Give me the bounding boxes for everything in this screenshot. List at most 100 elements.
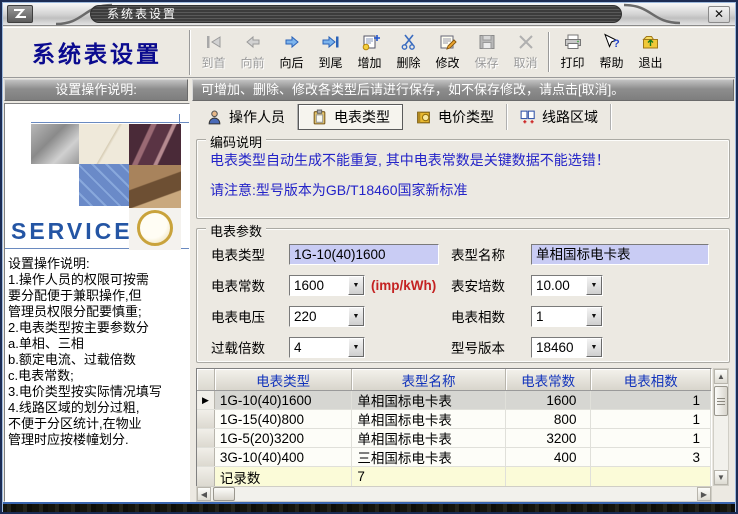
combo-arrow-icon[interactable]: ▼: [348, 338, 364, 357]
footer-empty-cell: [506, 467, 592, 486]
table-row[interactable]: 1G-5(20)3200 单相国标电卡表 3200 1: [197, 429, 711, 448]
instruction-line: 2.电表类型按主要参数分: [8, 320, 188, 336]
ampere-combobox[interactable]: 10.00 ▼: [531, 275, 603, 296]
combo-arrow-icon[interactable]: ▼: [586, 307, 602, 326]
photo-pens: [129, 124, 181, 165]
right-panel-header: 可增加、删除、修改各类型后请进行保存，如不保存修改，请点击[取消]。: [192, 79, 734, 101]
photo-pen: [79, 124, 129, 164]
toolbar-button-last[interactable]: 到尾: [311, 29, 350, 75]
version-value: 18460: [532, 338, 586, 357]
window-title: 系统表设置: [90, 5, 622, 23]
overload-combobox[interactable]: 4 ▼: [289, 337, 365, 358]
row-indicator: [197, 429, 215, 447]
toolbar-button-exit[interactable]: 退出: [631, 29, 670, 75]
photo-keyboard: [79, 164, 129, 206]
constant-combobox[interactable]: 1600 ▼: [289, 275, 365, 296]
tab-bar: 操作人员 电表类型 电价类型 线路区域: [194, 104, 734, 130]
title-bar: 系统表设置 ✕: [2, 2, 736, 26]
toolbar-button-next[interactable]: 向后: [272, 29, 311, 75]
constant-label: 电表常数: [211, 275, 289, 295]
toolbar-label: 到尾: [318, 54, 342, 71]
toolbar-button-help[interactable]: ? 帮助: [592, 29, 631, 75]
instruction-line: 管理员权限分配要慎重;: [8, 304, 188, 320]
table-row[interactable]: ▶ 1G-10(40)1600 单相国标电卡表 1600 1: [197, 391, 711, 410]
header-separator: [189, 30, 191, 75]
model-name-label: 表型名称: [451, 244, 531, 264]
scroll-down-icon[interactable]: ▼: [714, 470, 728, 485]
print-icon: [562, 33, 584, 53]
cell-type: 3G-10(40)400: [215, 448, 352, 466]
toolbar-button-delete[interactable]: 删除: [389, 29, 428, 75]
record-count-value: 7: [352, 467, 505, 486]
constant-unit: (imp/kWh): [371, 278, 436, 293]
grid-header-row: 电表类型 表型名称 电表常数 电表相数: [197, 369, 711, 391]
grid-vertical-scrollbar[interactable]: ▲ ▼: [713, 368, 729, 486]
tab-meter-type[interactable]: 电表类型: [298, 104, 403, 130]
overload-value: 4: [290, 338, 348, 357]
toolbar-label: 删除: [396, 54, 420, 71]
cell-constant: 3200: [506, 429, 592, 447]
grid-col-name[interactable]: 表型名称: [352, 369, 505, 390]
scroll-right-icon[interactable]: ▶: [697, 487, 711, 501]
person-icon: [206, 109, 223, 126]
instruction-line: 不便于分区统计,在物业: [8, 416, 188, 432]
toolbar-label: 修改: [435, 54, 459, 71]
instruction-line: a.单相、三相: [8, 336, 188, 352]
row-selection-marker: ▶: [197, 391, 215, 409]
grid-horizontal-scrollbar[interactable]: ◀ ▶: [196, 486, 712, 502]
cell-phase: 1: [591, 391, 711, 409]
ampere-value: 10.00: [532, 276, 586, 295]
toolbar-button-prev[interactable]: 向前: [233, 29, 272, 75]
toolbar-button-cancel[interactable]: 取消: [506, 29, 545, 75]
toolbar-label: 向前: [240, 54, 264, 71]
horizontal-scroll-thumb[interactable]: [213, 487, 235, 501]
toolbar-button-first[interactable]: 到首: [194, 29, 233, 75]
exit-folder-icon: [640, 33, 662, 53]
encoding-note-1: 电表类型自动生成不能重复, 其中电表常数是关键数据不能选错！: [210, 150, 729, 170]
model-name-field[interactable]: 单相国标电卡表: [531, 244, 709, 265]
combo-arrow-icon[interactable]: ▼: [586, 338, 602, 357]
grid-col-constant[interactable]: 电表常数: [506, 369, 592, 390]
tab-line-area[interactable]: 线路区域: [507, 104, 611, 130]
phase-combobox[interactable]: 1 ▼: [531, 306, 603, 327]
version-combobox[interactable]: 18460 ▼: [531, 337, 603, 358]
photo-hand: [129, 165, 181, 208]
voltage-combobox[interactable]: 220 ▼: [289, 306, 365, 327]
toolbar-label: 帮助: [599, 54, 623, 71]
scroll-up-icon[interactable]: ▲: [714, 369, 728, 384]
toolbar-label: 取消: [513, 54, 537, 71]
toolbar-label: 保存: [474, 54, 498, 71]
grid-col-type[interactable]: 电表类型: [215, 369, 352, 390]
meter-type-label: 电表类型: [211, 244, 289, 264]
row-indicator: [197, 467, 215, 486]
ampere-label: 表安培数: [451, 275, 531, 295]
toolbar-button-print[interactable]: 打印: [553, 29, 592, 75]
prev-record-icon: [242, 33, 264, 53]
tab-operators[interactable]: 操作人员: [194, 104, 298, 130]
left-panel-header: 设置操作说明:: [4, 79, 188, 101]
toolbar-button-add[interactable]: 增加: [350, 29, 389, 75]
combo-arrow-icon[interactable]: ▼: [348, 276, 364, 295]
combo-arrow-icon[interactable]: ▼: [348, 307, 364, 326]
meter-params-groupbox-title: 电表参数: [206, 221, 266, 240]
header-strip: 系统表设置 到首 向前 向后 到尾: [2, 27, 736, 78]
combo-arrow-icon[interactable]: ▼: [586, 276, 602, 295]
tab-label: 电价类型: [438, 107, 494, 127]
grid-col-phase[interactable]: 电表相数: [591, 369, 711, 390]
voltage-label: 电表电压: [211, 306, 289, 326]
tab-price-type[interactable]: 电价类型: [403, 104, 507, 130]
toolbar: 到首 向前 向后 到尾 增加: [194, 29, 670, 77]
table-row[interactable]: 1G-15(40)800 单相国标电卡表 800 1: [197, 410, 711, 429]
window-bottom-border: [0, 502, 738, 514]
meter-type-field[interactable]: 1G-10(40)1600: [289, 244, 439, 265]
scroll-left-icon[interactable]: ◀: [197, 487, 211, 501]
meter-type-grid: 电表类型 表型名称 电表常数 电表相数 ▶ 1G-10(40)1600 单相国标…: [196, 368, 712, 487]
table-row[interactable]: 3G-10(40)400 三相国标电卡表 400 3: [197, 448, 711, 467]
toolbar-button-save[interactable]: 保存: [467, 29, 506, 75]
save-floppy-icon: [476, 33, 498, 53]
cell-phase: 3: [591, 448, 711, 466]
vertical-scroll-thumb[interactable]: [714, 386, 728, 416]
close-button[interactable]: ✕: [708, 6, 730, 23]
toolbar-button-modify[interactable]: 修改: [428, 29, 467, 75]
instructions-panel: SERVICE 设置操作说明: 1.操作人员的权限可按需 要分配便于兼职操作,但…: [4, 103, 190, 502]
